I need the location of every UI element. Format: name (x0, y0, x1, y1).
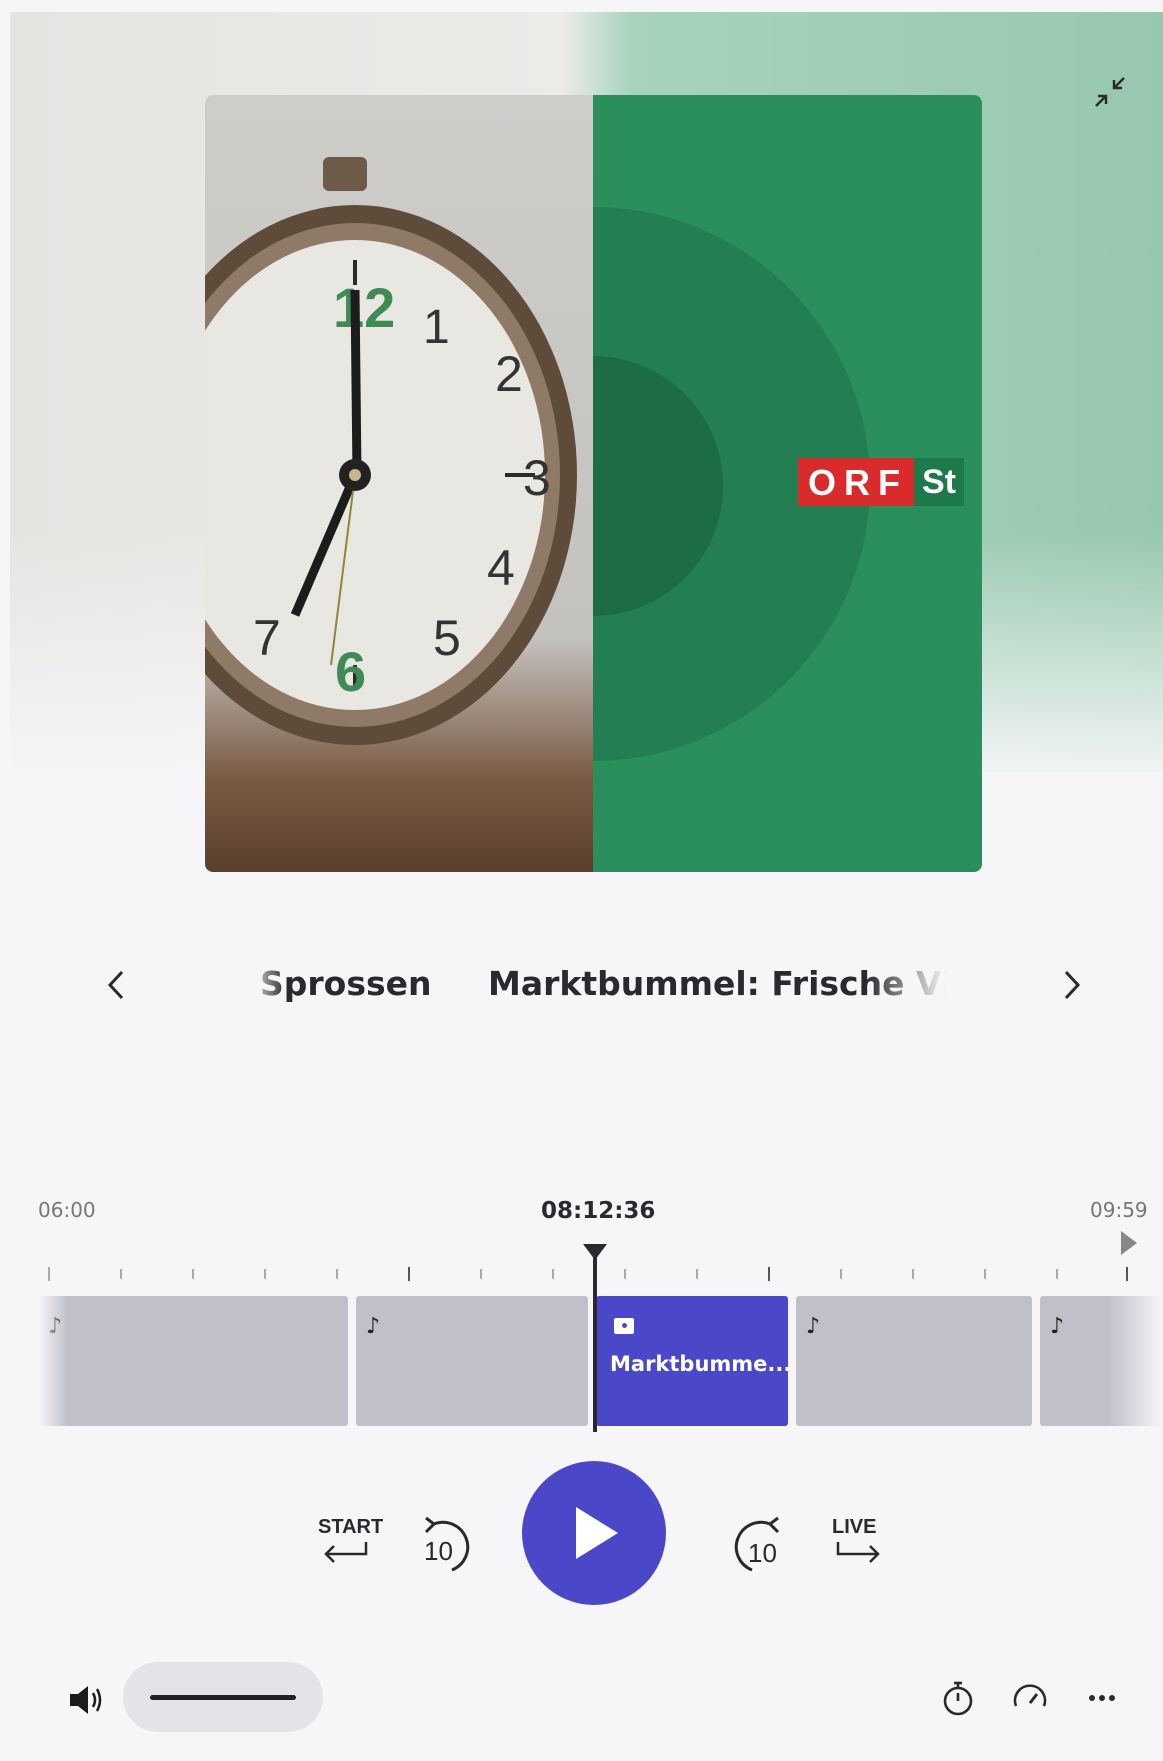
minimize-button[interactable] (1088, 70, 1132, 114)
chevron-right-icon (1064, 970, 1081, 1000)
next-button[interactable] (1048, 960, 1094, 1010)
svg-text:2: 2 (495, 346, 523, 402)
title-carousel: Sprossen Marktbummel: Frische Vita (10, 960, 1163, 1010)
timeline-start-time: 06:00 (38, 1198, 96, 1222)
sleep-timer-button[interactable] (936, 1676, 980, 1720)
svg-text:4: 4 (487, 540, 515, 596)
timeline-end-marker (1121, 1231, 1137, 1255)
playback-speed-button[interactable] (1008, 1676, 1052, 1720)
music-note-icon: ♪ (806, 1314, 821, 1339)
timeline-segment[interactable]: ♪ (356, 1296, 588, 1426)
previous-button[interactable] (94, 960, 140, 1010)
orf-green-panel: ORF St (593, 95, 982, 872)
timeline-ticks (10, 1267, 1163, 1287)
timeline-segment[interactable]: ♪ (796, 1296, 1032, 1426)
tv-icon (614, 1318, 634, 1334)
timeline-track[interactable]: ♪ ♪ Marktbumme... ♪ ♪ (38, 1296, 1163, 1426)
collapse-arrows-icon (1095, 77, 1125, 107)
forward-seconds: 10 (748, 1538, 777, 1568)
carousel-item-previous[interactable]: Sprossen (260, 964, 432, 1003)
speaker-icon[interactable] (66, 1680, 106, 1720)
jump-to-start-button[interactable]: START (310, 1514, 384, 1574)
live-arrow-icon (836, 1542, 880, 1563)
speedometer-icon (1013, 1684, 1047, 1707)
timeline-segment[interactable]: ♪ (1040, 1296, 1163, 1426)
player-page: 12 2 3 4 5 6 7 1 ORF St Sprossen Marktbu… (10, 12, 1163, 1761)
stopwatch-icon (943, 1681, 973, 1716)
timeline-segment-active[interactable]: Marktbumme... (596, 1296, 792, 1426)
more-icon (1089, 1695, 1115, 1701)
active-segment-label: Marktbumme... (610, 1352, 792, 1376)
svg-text:12: 12 (333, 276, 395, 339)
svg-text:7: 7 (253, 610, 281, 666)
volume-slider[interactable] (123, 1662, 323, 1732)
return-arrow-icon (324, 1542, 368, 1563)
more-button[interactable] (1080, 1676, 1124, 1720)
chevron-left-icon (107, 970, 124, 1000)
music-note-icon: ♪ (1050, 1314, 1065, 1339)
play-icon (576, 1507, 618, 1559)
carousel-item-current[interactable]: Marktbummel: Frische Vita (488, 964, 946, 1003)
music-note-icon: ♪ (48, 1314, 63, 1339)
playhead[interactable] (593, 1246, 597, 1432)
rewind-seconds: 10 (424, 1536, 453, 1566)
start-label: START (318, 1516, 384, 1538)
orf-logo: ORF St (798, 458, 964, 506)
svg-text:3: 3 (523, 450, 551, 506)
carousel-titles: Sprossen Marktbummel: Frische Vita (246, 960, 946, 1010)
rewind-10-button[interactable]: 10 (412, 1512, 478, 1578)
timeline-current-time: 08:12:36 (541, 1198, 656, 1224)
timeline-segment[interactable]: ♪ (38, 1296, 348, 1426)
svg-text:5: 5 (433, 610, 461, 666)
svg-text:6: 6 (335, 640, 366, 703)
cover-artwork: 12 2 3 4 5 6 7 1 ORF St (205, 95, 982, 872)
music-note-icon: ♪ (366, 1314, 381, 1339)
alarm-clock-image: 12 2 3 4 5 6 7 1 (205, 95, 593, 872)
forward-10-button[interactable]: 10 (726, 1512, 792, 1578)
svg-text:1: 1 (423, 301, 450, 354)
timeline-end-time: 09:59 (1090, 1198, 1148, 1222)
live-label: LIVE (832, 1516, 877, 1538)
play-button[interactable] (522, 1461, 666, 1605)
jump-to-live-button[interactable]: LIVE (820, 1514, 890, 1574)
volume-level (150, 1695, 296, 1700)
